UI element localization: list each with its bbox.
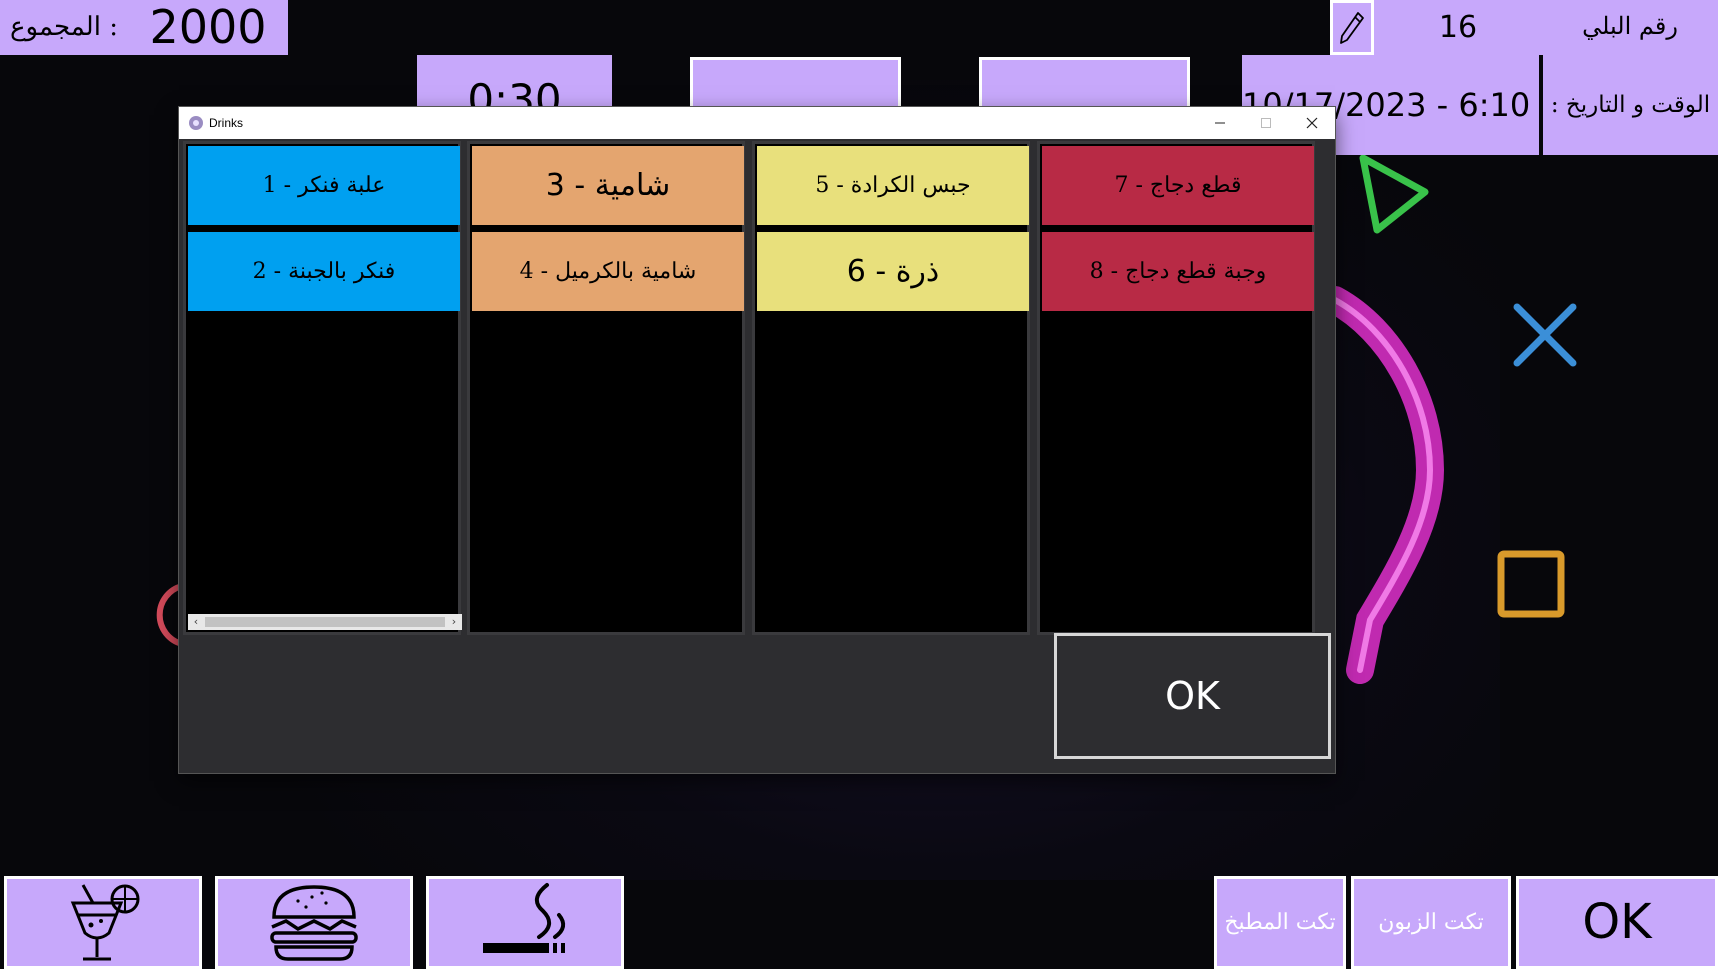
menu-item-6[interactable]: ذرة - 6 <box>757 232 1029 311</box>
scroll-thumb[interactable] <box>205 617 445 627</box>
maximize-icon <box>1261 118 1271 128</box>
total-value: 2000 <box>128 0 288 55</box>
drinks-dialog: Drinks علبة فنكر - 1 فنكر بالجبنة - 2 ‹ … <box>179 107 1335 773</box>
menu-column-1: علبة فنكر - 1 فنكر بالجبنة - 2 ‹ › <box>183 141 462 635</box>
menu-item-7[interactable]: قطع دجاج - 7 <box>1042 146 1314 225</box>
menu-column-3: جبس الكرادة - 5 ذرة - 6 <box>752 141 1030 635</box>
menu-item-8[interactable]: وجبة قطع دجاج - 8 <box>1042 232 1314 311</box>
neon-y-shape <box>1321 286 1445 684</box>
triangle-shape <box>1359 154 1429 234</box>
dialog-titlebar[interactable]: Drinks <box>179 107 1335 139</box>
menu-column-2: شامية - 3 شامية بالكرميل - 4 <box>467 141 745 635</box>
menu-item-3[interactable]: شامية - 3 <box>472 146 744 225</box>
horizontal-scrollbar[interactable]: ‹ › <box>188 614 462 630</box>
close-button[interactable] <box>1289 107 1335 139</box>
customer-ticket-button[interactable]: تكت الزبون <box>1351 876 1511 969</box>
menu-column-4: قطع دجاج - 7 وجبة قطع دجاج - 8 <box>1037 141 1315 635</box>
cross-shape <box>1513 303 1577 367</box>
smoking-category-button[interactable] <box>426 876 624 969</box>
table-number-label: رقم البلي <box>1542 0 1718 55</box>
menu-item-1[interactable]: علبة فنكر - 1 <box>188 146 460 225</box>
close-icon <box>1306 117 1318 129</box>
app-icon <box>189 116 203 130</box>
minimize-icon <box>1215 122 1225 124</box>
maximize-button[interactable] <box>1243 107 1289 139</box>
cigarette-icon <box>483 882 566 953</box>
burger-icon <box>270 884 358 961</box>
datetime-label: الوقت و التاريخ : <box>1543 55 1718 155</box>
dialog-ok-button[interactable]: OK <box>1054 633 1331 759</box>
minimize-button[interactable] <box>1197 107 1243 139</box>
kitchen-ticket-button[interactable]: تكت المطبخ <box>1214 876 1346 969</box>
food-category-button[interactable] <box>215 876 413 969</box>
dialog-title: Drinks <box>209 116 244 130</box>
edit-table-button[interactable] <box>1330 0 1374 55</box>
table-number: 16 <box>1374 0 1542 55</box>
scroll-right-icon[interactable]: › <box>446 614 462 630</box>
square-shape <box>1497 550 1565 618</box>
scroll-left-icon[interactable]: ‹ <box>188 614 204 630</box>
menu-item-5[interactable]: جبس الكرادة - 5 <box>757 146 1029 225</box>
main-ok-button[interactable]: OK <box>1516 876 1718 969</box>
total-label: : المجموع <box>0 0 128 55</box>
timer-display: 0:30 <box>417 55 612 115</box>
drinks-category-button[interactable] <box>4 876 202 969</box>
menu-item-2[interactable]: فنكر بالجبنة - 2 <box>188 232 460 311</box>
menu-item-4[interactable]: شامية بالكرميل - 4 <box>472 232 744 311</box>
pencil-icon <box>1340 11 1364 44</box>
drink-icon <box>70 883 140 960</box>
